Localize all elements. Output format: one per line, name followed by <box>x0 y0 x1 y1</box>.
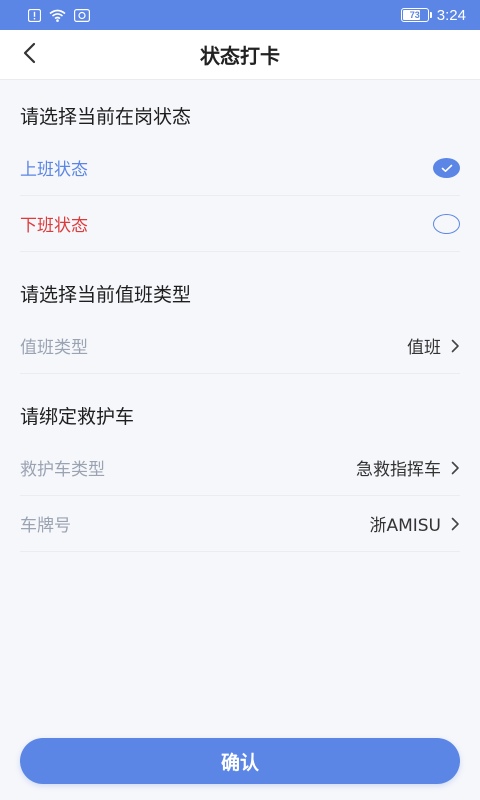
ambulance-type-value: 急救指挥车 <box>356 460 441 480</box>
status-time: 3:24 <box>436 6 466 24</box>
plate-number-row[interactable]: 车牌号 浙AMISU <box>20 496 460 552</box>
battery-indicator: 73 <box>400 8 432 22</box>
off-duty-radio-wrap <box>433 213 460 234</box>
back-button[interactable] <box>22 30 56 80</box>
chevron-right-icon <box>451 461 460 475</box>
status-bar: 73 3:24 <box>0 0 480 30</box>
confirm-button[interactable]: 确认 <box>20 738 460 784</box>
plate-number-value: 浙AMISU <box>369 516 441 536</box>
plate-number-value-wrap: 浙AMISU <box>369 511 460 536</box>
status-bar-right: 73 3:24 <box>400 6 466 24</box>
status-bar-left <box>28 8 90 22</box>
duty-type-row[interactable]: 值班类型 值班 <box>20 318 460 374</box>
app-icon <box>74 8 90 22</box>
status-section-title: 请选择当前在岗状态 <box>20 106 192 128</box>
ambulance-section-title: 请绑定救护车 <box>20 406 135 428</box>
on-duty-label: 上班状态 <box>20 160 88 180</box>
check-icon <box>441 158 453 178</box>
chevron-right-icon <box>451 339 460 353</box>
on-duty-radio-wrap <box>433 157 460 178</box>
ambulance-type-label: 救护车类型 <box>20 460 105 480</box>
main-content: 请选择当前在岗状态 上班状态 下班状态 请选择当前值班类型 值班类型 值班 请绑… <box>0 80 480 552</box>
ambulance-type-row[interactable]: 救护车类型 急救指挥车 <box>20 440 460 496</box>
page-title: 状态打卡 <box>200 44 280 68</box>
on-duty-option[interactable]: 上班状态 <box>20 140 460 196</box>
on-duty-radio[interactable] <box>433 157 460 178</box>
chevron-left-icon <box>22 42 36 68</box>
off-duty-option[interactable]: 下班状态 <box>20 196 460 252</box>
wifi-icon <box>49 9 66 22</box>
duty-type-label: 值班类型 <box>20 338 88 358</box>
duty-type-value: 值班 <box>407 338 441 358</box>
duty-type-value-wrap: 值班 <box>407 333 460 358</box>
off-duty-radio[interactable] <box>433 213 460 234</box>
off-duty-label: 下班状态 <box>20 216 88 236</box>
chevron-right-icon <box>451 517 460 531</box>
notification-icon <box>28 8 41 22</box>
plate-number-label: 车牌号 <box>20 516 71 536</box>
ambulance-type-value-wrap: 急救指挥车 <box>356 455 460 480</box>
duty-section-title: 请选择当前值班类型 <box>20 284 192 306</box>
nav-header: 状态打卡 <box>0 30 480 80</box>
battery-level-text: 73 <box>409 10 420 20</box>
